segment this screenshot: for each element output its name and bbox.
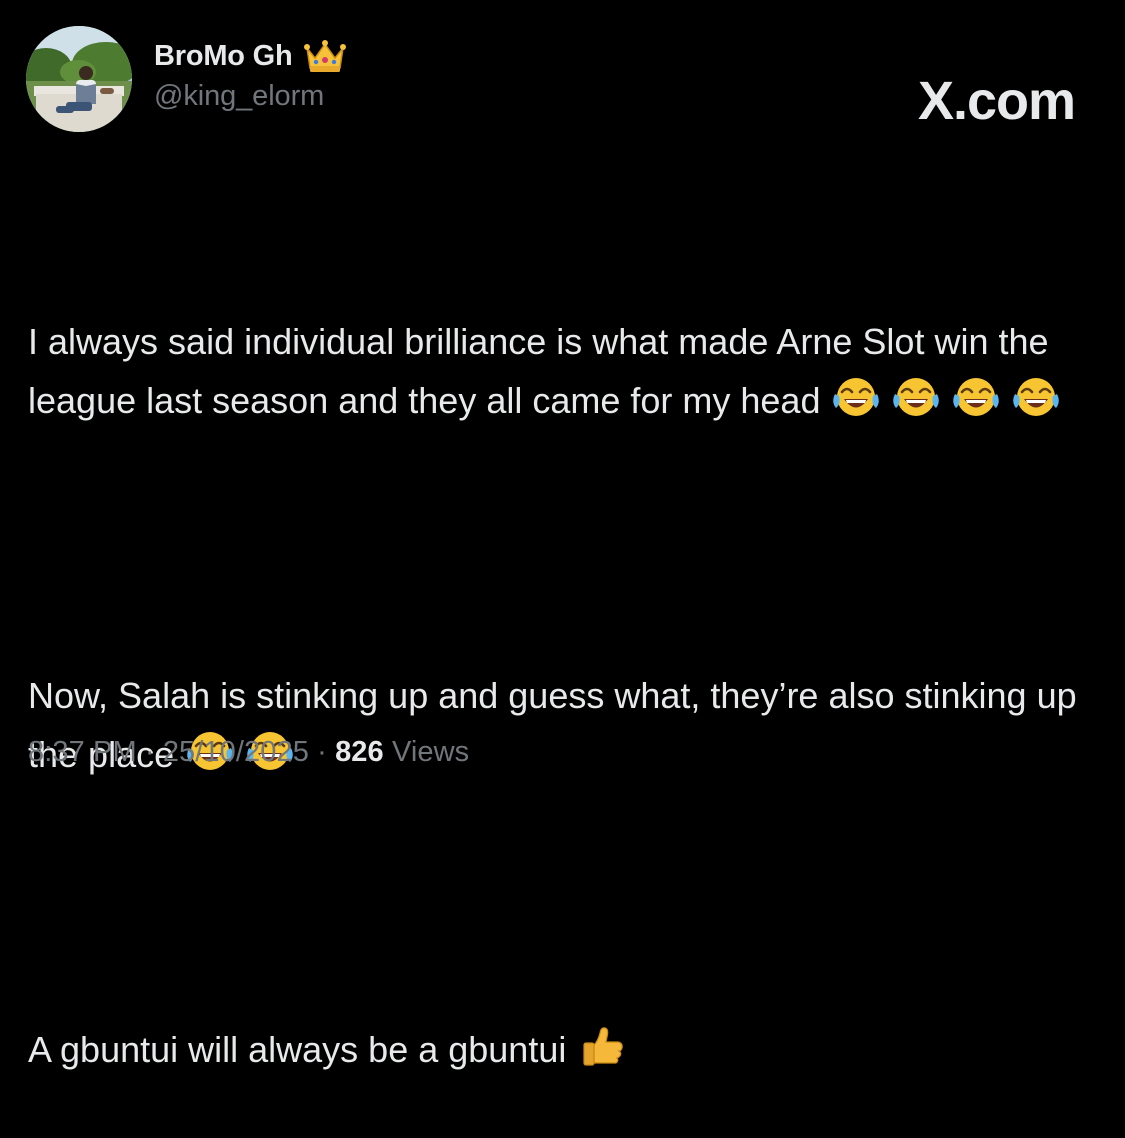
user-handle[interactable]: @king_elorm bbox=[154, 80, 347, 113]
avatar[interactable] bbox=[26, 26, 132, 132]
face-with-tears-of-joy-icon bbox=[830, 374, 882, 420]
views-count: 826 bbox=[335, 736, 384, 768]
tweet-paragraph-1: I always said individual brilliance is w… bbox=[28, 312, 1103, 430]
paragraph-text: A gbuntui will always be a gbuntui bbox=[28, 1029, 567, 1070]
face-with-tears-of-joy-icon bbox=[890, 374, 942, 420]
tweet-paragraph-3: A gbuntui will always be a gbuntui bbox=[28, 1020, 1103, 1079]
views-label: Views bbox=[391, 736, 470, 768]
tweet-text: I always said individual brilliance is w… bbox=[28, 194, 1103, 1138]
thumbs-up-icon bbox=[576, 1023, 628, 1069]
post-date[interactable]: 25/10/2025 bbox=[163, 736, 309, 768]
post-time[interactable]: 8:37 PM bbox=[28, 736, 137, 768]
display-name-row: BroMo Gh bbox=[154, 36, 347, 76]
meta-separator: · bbox=[317, 736, 327, 768]
emoji-run bbox=[830, 374, 1062, 420]
site-watermark: X.com bbox=[917, 71, 1076, 131]
crown-icon bbox=[303, 38, 347, 74]
meta-separator: · bbox=[144, 736, 155, 768]
author-identity: BroMo Gh @king_elorm bbox=[154, 36, 347, 113]
face-with-tears-of-joy-icon bbox=[1010, 374, 1062, 420]
emoji-run bbox=[576, 1023, 628, 1069]
face-with-tears-of-joy-icon bbox=[950, 374, 1002, 420]
tweet-header: BroMo Gh @king_elorm X.com bbox=[26, 24, 1101, 134]
display-name[interactable]: BroMo Gh bbox=[154, 40, 293, 73]
tweet-meta: 8:37 PM · 25/10/2025 · 826 Views bbox=[28, 736, 469, 769]
